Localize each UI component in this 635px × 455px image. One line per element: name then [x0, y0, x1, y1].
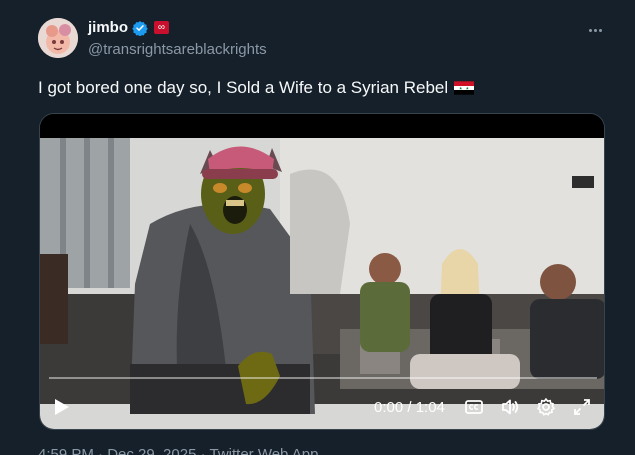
- syria-flag-icon: [454, 81, 475, 95]
- volume-icon[interactable]: [500, 397, 520, 417]
- verified-badge-icon[interactable]: [132, 20, 148, 36]
- author-handle[interactable]: @transrightsareblackrights: [88, 41, 267, 58]
- closed-captions-icon[interactable]: [464, 397, 484, 417]
- tweet-text-row: I got bored one day so, I Sold a Wife to…: [38, 78, 475, 98]
- author-name-row: jimbo ∞: [88, 19, 169, 36]
- video-progress-bar[interactable]: [49, 377, 597, 379]
- fullscreen-icon[interactable]: [572, 397, 592, 417]
- settings-icon[interactable]: [536, 397, 556, 417]
- video-controls: 0:00 / 1:04: [40, 392, 604, 422]
- more-options-icon[interactable]: [584, 21, 606, 39]
- avatar-image: [38, 18, 78, 58]
- play-icon[interactable]: [54, 398, 70, 416]
- video-frame: [40, 114, 604, 429]
- tweet-text: I got bored one day so, I Sold a Wife to…: [38, 78, 449, 97]
- video-time-readout: 0:00 / 1:04: [374, 399, 445, 416]
- affiliate-badge-icon[interactable]: ∞: [154, 21, 169, 34]
- author-avatar[interactable]: [38, 18, 78, 58]
- author-display-name[interactable]: jimbo: [88, 19, 128, 36]
- tweet-meta[interactable]: 4:59 PM · Dec 29, 2025 · Twitter Web App: [38, 446, 318, 455]
- tweet-card: jimbo ∞ @transrightsareblackrights I got…: [0, 0, 635, 455]
- video-player[interactable]: 0:00 / 1:04: [39, 113, 605, 430]
